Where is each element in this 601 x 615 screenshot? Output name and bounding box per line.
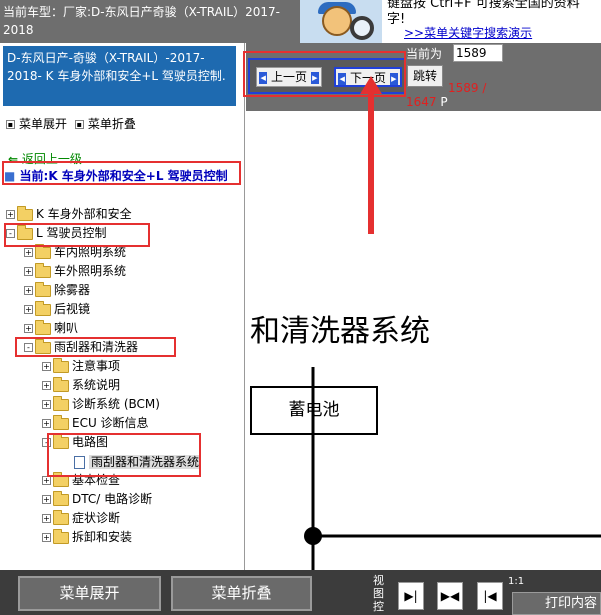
expand-menu-button[interactable]: 菜单展开	[18, 576, 161, 611]
tree-node-label: 除雾器	[54, 283, 91, 297]
highlight-driver-control	[4, 223, 150, 247]
tree-node-removal[interactable]: + 拆卸和安装	[42, 528, 132, 546]
view-control-label: 视图控	[373, 574, 384, 613]
tree-node-diag-bcm[interactable]: + 诊断系统 (BCM)	[42, 395, 160, 413]
tree-node-ecu-diag[interactable]: + ECU 诊断信息	[42, 414, 149, 432]
mascot-logo	[300, 0, 382, 43]
expand-toggle[interactable]: +	[42, 362, 51, 371]
highlight-current-location	[2, 161, 241, 185]
tree-node-label: 诊断系统 (BCM)	[72, 397, 160, 411]
tree-node-horn[interactable]: + 喇叭	[24, 319, 78, 337]
wiring-diagram	[304, 367, 601, 570]
collapse-menu-button[interactable]: 菜单折叠	[171, 576, 312, 611]
zoom-ratio: 1:1	[508, 576, 525, 587]
tree-node-dtc[interactable]: + DTC/ 电路诊断	[42, 490, 152, 508]
current-page-label: 当前为	[406, 47, 443, 61]
expand-toggle[interactable]: +	[42, 400, 51, 409]
page-total: 1647 P	[406, 95, 448, 109]
expand-toggle[interactable]: +	[24, 286, 33, 295]
breadcrumb: D-东风日产-奇骏（X-TRAIL）-2017-2018- K 车身外部和安全+…	[3, 46, 236, 106]
tree-node-precautions[interactable]: + 注意事项	[42, 357, 120, 375]
tree-node-label: ECU 诊断信息	[72, 416, 149, 430]
folder-icon	[53, 376, 69, 392]
expand-icon: ▪	[6, 120, 15, 129]
view-fit-icon[interactable]: ▶◀	[437, 582, 463, 610]
wire-junction	[304, 527, 322, 545]
car-model-text: 当前车型：厂家:D-东风日产奇骏（X-TRAIL）2017-2018	[0, 0, 300, 43]
folder-icon	[53, 395, 69, 411]
document-page: 和清洗器系统 蓄电池	[248, 111, 601, 570]
expand-toggle[interactable]: +	[42, 514, 51, 523]
page-number-input[interactable]: 1589	[453, 44, 503, 62]
highlight-wiring-diagram	[47, 433, 201, 477]
folder-icon	[17, 205, 33, 221]
folder-icon	[53, 490, 69, 506]
folder-icon	[35, 300, 51, 316]
tree-node-label: K 车身外部和安全	[36, 207, 132, 221]
page-info: 1589 /	[448, 81, 487, 95]
folder-icon	[35, 281, 51, 297]
tree-node-exterior-light[interactable]: + 车外照明系统	[24, 262, 126, 280]
sidebar: D-东风日产-奇骏（X-TRAIL）-2017-2018- K 车身外部和安全+…	[0, 43, 245, 570]
expand-toggle[interactable]: +	[42, 381, 51, 390]
menu-ops: ▪ 菜单展开 ▪ 菜单折叠	[6, 115, 140, 132]
search-demo-link[interactable]: >>菜单关键字搜索演示	[404, 25, 532, 41]
tree-node-label: 系统说明	[72, 378, 121, 392]
total-pages: 1647	[406, 95, 437, 109]
hint-line1: 键盘按 Ctrl+F 可搜索全国的资料	[387, 0, 580, 11]
view-next-icon[interactable]: ▶|	[398, 582, 424, 610]
folder-icon	[35, 243, 51, 259]
tree-node-label: 症状诊断	[72, 511, 121, 525]
folder-icon	[53, 414, 69, 430]
tree-node-mirror[interactable]: + 后视镜	[24, 300, 90, 318]
folder-icon	[53, 509, 69, 525]
view-prev-icon[interactable]: |◀	[477, 582, 503, 610]
magnifier-icon	[350, 16, 374, 40]
menu-collapse-link[interactable]: 菜单折叠	[88, 117, 136, 131]
tree-node-label: 注意事项	[72, 359, 121, 373]
search-hint: 键盘按 Ctrl+F 可搜索全国的资料 字! >>菜单关键字搜索演示	[384, 0, 601, 43]
expand-toggle[interactable]: +	[24, 324, 33, 333]
tree-node-k[interactable]: + K 车身外部和安全	[6, 205, 132, 223]
tree-node-label: 车内照明系统	[54, 245, 127, 259]
tree-node-label: 拆卸和安装	[72, 530, 133, 544]
tree-node-label: 车外照明系统	[54, 264, 127, 278]
folder-icon	[35, 319, 51, 335]
tree-node-symptom[interactable]: + 症状诊断	[42, 509, 120, 527]
expand-toggle[interactable]: +	[42, 419, 51, 428]
tree-node-label: 喇叭	[54, 321, 79, 335]
jump-button[interactable]: 跳转	[407, 65, 443, 87]
collapse-icon: ▪	[74, 120, 84, 129]
folder-icon	[35, 262, 51, 278]
expand-toggle[interactable]: +	[24, 305, 33, 314]
mascot-head	[322, 6, 352, 36]
annotation-arrow	[360, 76, 382, 234]
expand-toggle[interactable]: +	[24, 267, 33, 276]
folder-icon	[53, 357, 69, 373]
top-header: 当前车型：厂家:D-东风日产奇骏（X-TRAIL）2017-2018 键盘按 C…	[0, 0, 601, 43]
folder-icon	[53, 528, 69, 544]
expand-toggle[interactable]: +	[42, 533, 51, 542]
tree-node-defogger[interactable]: + 除雾器	[24, 281, 90, 299]
expand-toggle[interactable]: +	[42, 495, 51, 504]
menu-expand-link[interactable]: 菜单展开	[19, 117, 67, 131]
highlight-wiper-washer	[15, 337, 176, 357]
print-content-button[interactable]: 打印内容	[512, 592, 601, 615]
tree-node-label: DTC/ 电路诊断	[72, 492, 153, 506]
tree-node-label: 后视镜	[54, 302, 91, 316]
expand-toggle[interactable]: +	[6, 210, 15, 219]
expand-toggle[interactable]: +	[24, 248, 33, 257]
expand-toggle[interactable]: +	[42, 476, 51, 485]
bottom-toolbar: 菜单展开 菜单折叠 视图控 ▶| ▶◀ |◀ 1:1 打印内容	[0, 570, 601, 615]
tree-node-system-desc[interactable]: + 系统说明	[42, 376, 120, 394]
document-viewer: ◀ 上一页 ▶ ◀ 下一页 ▶ 当前为 1589 跳转 1589 / 1647 …	[246, 43, 601, 570]
page-suffix: P	[440, 95, 448, 109]
